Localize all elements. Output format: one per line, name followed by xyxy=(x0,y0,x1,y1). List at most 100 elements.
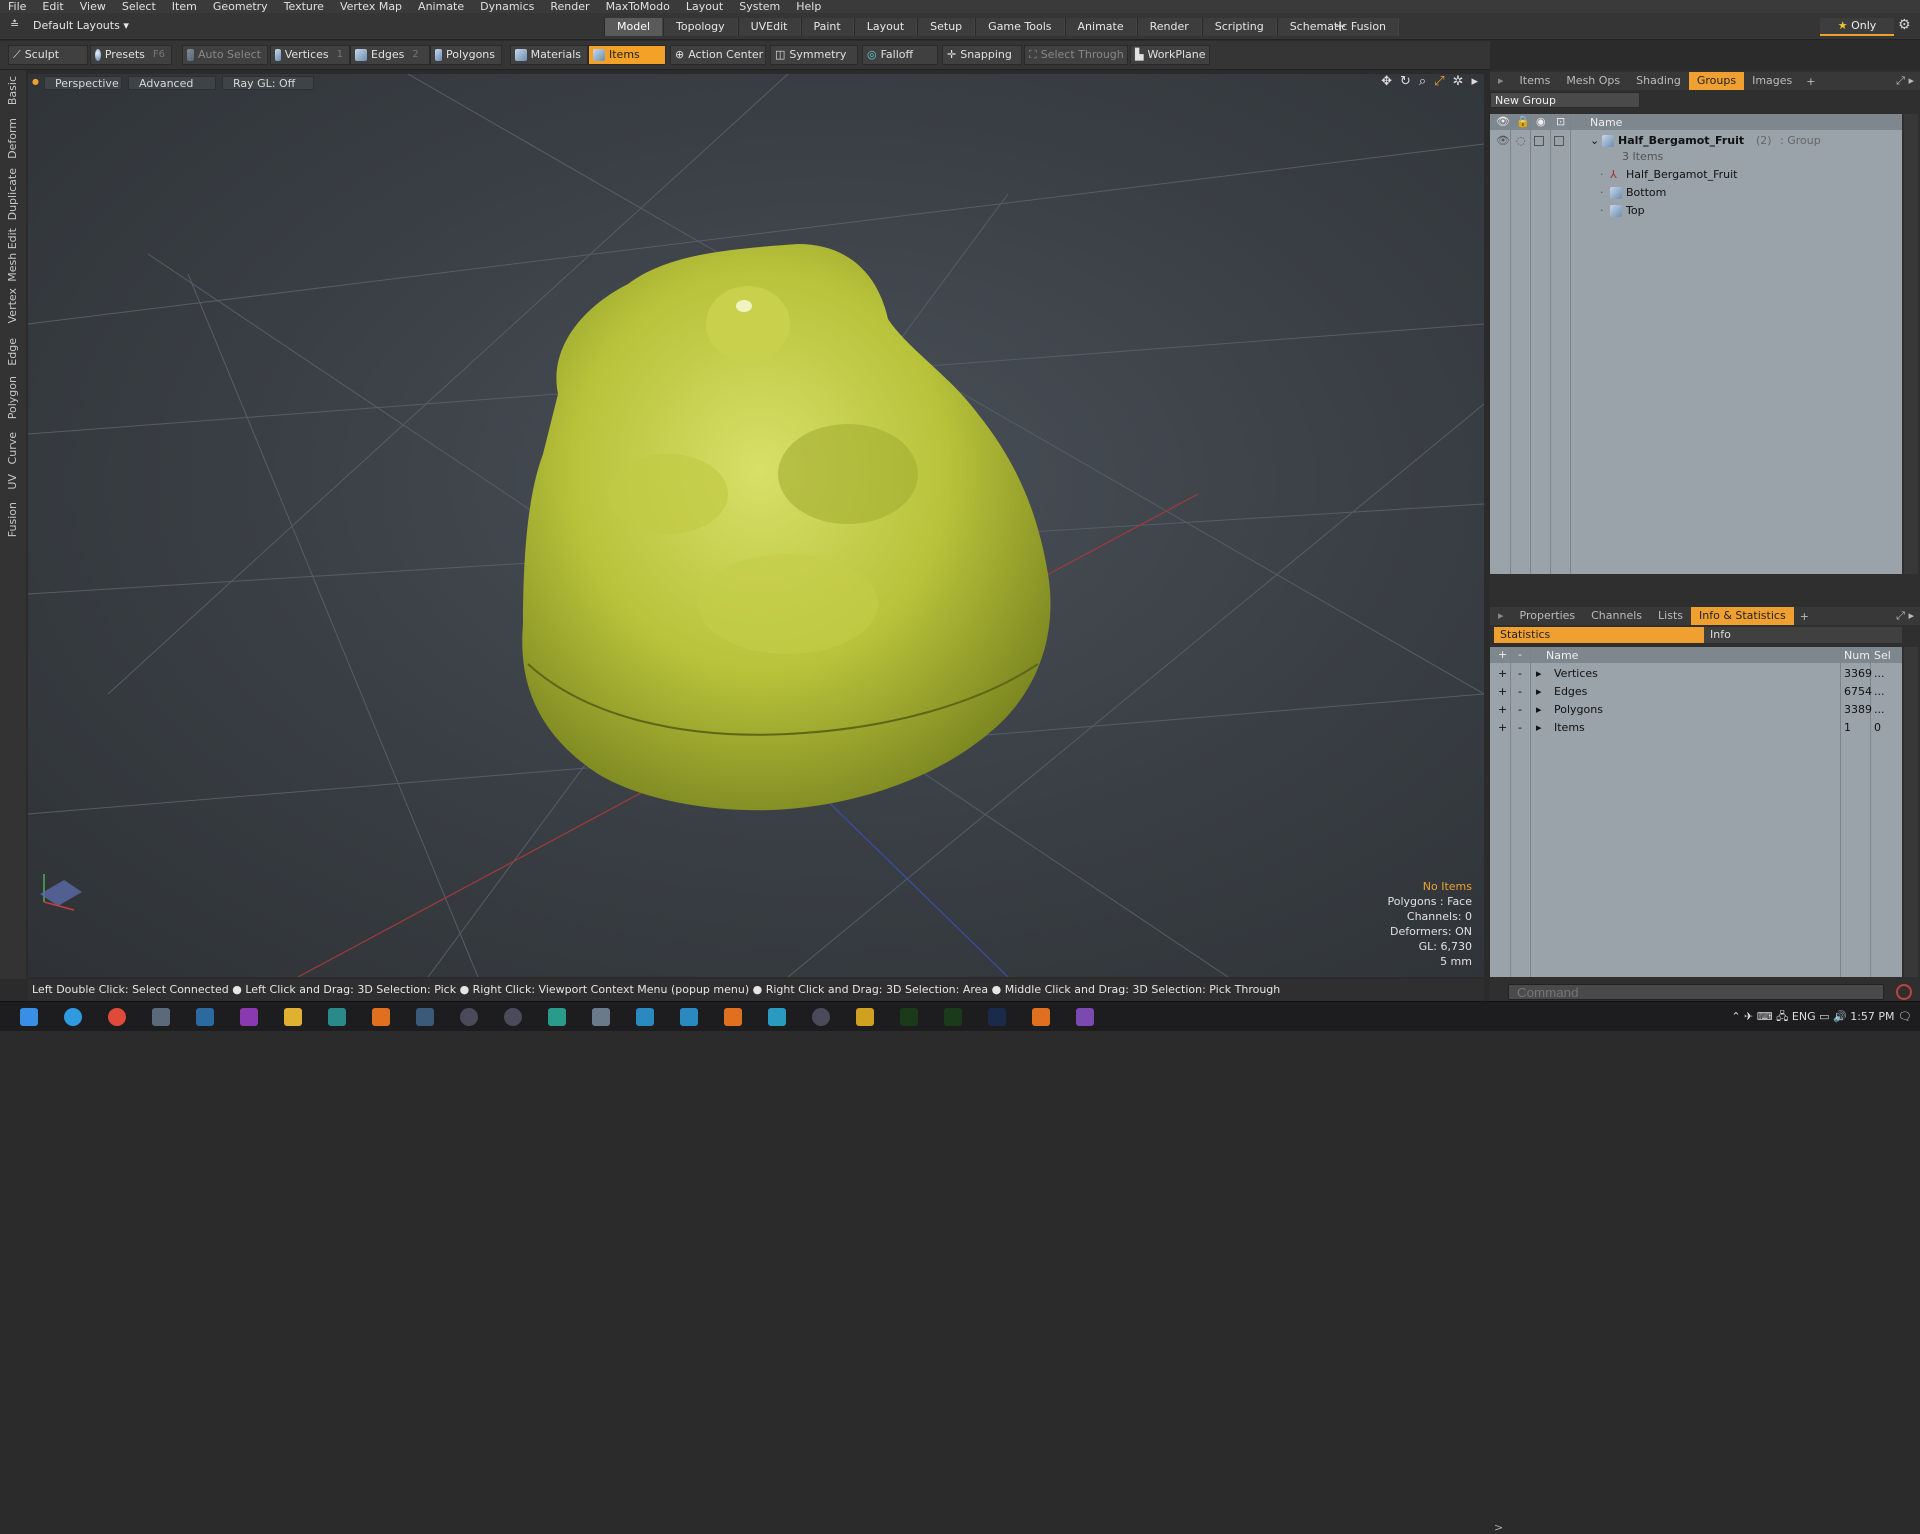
calculator-icon[interactable] xyxy=(152,1008,170,1026)
add-selection-icon[interactable]: + xyxy=(1498,683,1507,701)
table-row[interactable]: + - ▸ Items 1 0 xyxy=(1490,719,1902,737)
tab-animate[interactable]: Animate xyxy=(1064,18,1137,36)
tree-row-item[interactable]: · Bottom xyxy=(1490,184,1902,202)
onenote-icon[interactable] xyxy=(240,1008,258,1026)
menu-animate[interactable]: Animate xyxy=(410,0,472,13)
sculpt-button[interactable]: ⟋ Sculpt xyxy=(8,45,88,65)
edge-browser-icon[interactable] xyxy=(64,1008,82,1026)
tab-duplicate[interactable]: Duplicate xyxy=(6,168,19,220)
tab-game-tools[interactable]: Game Tools xyxy=(975,18,1065,36)
menu-system[interactable]: System xyxy=(731,0,788,13)
chrome-icon[interactable] xyxy=(108,1008,126,1026)
advanced-dropdown[interactable]: Advanced xyxy=(128,76,216,90)
presets-button[interactable]: Presets F6 xyxy=(90,45,172,65)
pan-icon[interactable]: ✥ xyxy=(1381,74,1392,89)
expand-panel-icon[interactable]: ⤢ ▸ xyxy=(1890,609,1920,623)
menu-vertex-map[interactable]: Vertex Map xyxy=(332,0,410,13)
3dsmax-icon[interactable] xyxy=(680,1008,698,1026)
add-selection-icon[interactable]: + xyxy=(1498,665,1507,683)
app-icon[interactable] xyxy=(592,1008,610,1026)
bergamot-fruit-mesh[interactable] xyxy=(522,244,1051,811)
app-icon[interactable] xyxy=(548,1008,566,1026)
menu-select[interactable]: Select xyxy=(114,0,164,13)
remove-selection-icon[interactable]: - xyxy=(1518,683,1522,701)
menu-item[interactable]: Item xyxy=(164,0,205,13)
only-button[interactable]: ★ Only xyxy=(1820,18,1894,36)
tab-groups[interactable]: Groups xyxy=(1688,72,1745,90)
tab-mesh-ops[interactable]: Mesh Ops xyxy=(1558,72,1628,90)
menu-dynamics[interactable]: Dynamics xyxy=(472,0,542,13)
network-icon[interactable]: ▭ xyxy=(1819,1010,1833,1023)
stats-scrollbar[interactable] xyxy=(1904,647,1918,977)
tab-edge[interactable]: Edge xyxy=(6,338,19,366)
expand-arrow-icon[interactable]: ▸ xyxy=(1536,683,1542,701)
app-icon[interactable] xyxy=(460,1008,478,1026)
substance-designer-icon[interactable] xyxy=(944,1008,962,1026)
expand-panel-icon[interactable]: ⤢ ▸ xyxy=(1890,74,1920,88)
tab-channels[interactable]: Channels xyxy=(1583,607,1650,625)
menu-file[interactable]: File xyxy=(0,0,34,13)
tab-curve[interactable]: Curve xyxy=(6,432,19,464)
vertices-button[interactable]: Vertices 1 xyxy=(270,45,350,65)
app-icon[interactable] xyxy=(812,1008,830,1026)
table-row[interactable]: + - ▸ Polygons 3389 ... xyxy=(1490,701,1902,719)
tree-row-item[interactable]: · Top xyxy=(1490,202,1902,220)
polygons-button[interactable]: Polygons xyxy=(430,45,502,65)
action-center-button[interactable]: ⊕ Action Center xyxy=(670,45,766,65)
render-checkbox[interactable] xyxy=(1534,136,1544,146)
tab-lists[interactable]: Lists xyxy=(1650,607,1691,625)
tab-images[interactable]: Images xyxy=(1744,72,1800,90)
command-input[interactable] xyxy=(1508,984,1884,1000)
3d-viewport[interactable]: No Items Polygons : Face Channels: 0 Def… xyxy=(28,74,1484,977)
notification-icon[interactable]: 🗨 xyxy=(1898,1010,1912,1023)
tab-basic[interactable]: Basic xyxy=(6,76,19,105)
clock[interactable]: 1:57 PM xyxy=(1850,1010,1894,1023)
menu-maxtomodo[interactable]: MaxToModo xyxy=(598,0,678,13)
modo-icon[interactable] xyxy=(416,1008,434,1026)
steam-icon[interactable] xyxy=(196,1008,214,1026)
3dsmax-icon[interactable] xyxy=(636,1008,654,1026)
tab-mesh-edit[interactable]: Mesh Edit xyxy=(6,228,19,282)
add-tab-icon[interactable]: + xyxy=(1334,17,1347,35)
tab-fusion[interactable]: Fusion xyxy=(6,502,19,537)
perspective-dropdown[interactable]: Perspective xyxy=(44,76,122,90)
add-panel-tab-icon[interactable]: + xyxy=(1794,610,1815,623)
falloff-button[interactable]: ◎ Falloff xyxy=(862,45,938,65)
new-group-button[interactable]: New Group xyxy=(1490,92,1640,108)
viewport-settings-icon[interactable]: ✲ xyxy=(1453,74,1464,89)
menu-render[interactable]: Render xyxy=(542,0,597,13)
remove-selection-icon[interactable]: - xyxy=(1518,665,1522,683)
statistics-subtab[interactable]: Statistics xyxy=(1494,627,1704,643)
zoom-icon[interactable]: ⌕ xyxy=(1419,74,1426,89)
app-icon[interactable] xyxy=(504,1008,522,1026)
groups-scrollbar[interactable] xyxy=(1904,114,1918,574)
tab-items[interactable]: Items xyxy=(1512,72,1559,90)
table-row[interactable]: + - ▸ Vertices 3369 ... xyxy=(1490,665,1902,683)
tab-layout[interactable]: Layout xyxy=(853,18,918,36)
workplane-button[interactable]: ▙ WorkPlane xyxy=(1130,45,1210,65)
rotate-icon[interactable]: ↻ xyxy=(1400,74,1411,89)
tab-setup[interactable]: Setup xyxy=(917,18,976,36)
remove-selection-icon[interactable]: - xyxy=(1518,719,1522,737)
app-icon[interactable] xyxy=(328,1008,346,1026)
menu-help[interactable]: Help xyxy=(788,0,829,13)
gear-icon[interactable]: ⚙ xyxy=(1898,17,1911,33)
tab-uv[interactable]: UV xyxy=(6,474,19,490)
fit-icon[interactable]: ⤢ xyxy=(1434,74,1444,89)
panel-menu-icon[interactable]: ▸ xyxy=(1490,72,1512,90)
tab-topology[interactable]: Topology xyxy=(663,18,738,36)
expand-arrow-icon[interactable]: ▸ xyxy=(1536,719,1542,737)
tab-paint[interactable]: Paint xyxy=(800,18,854,36)
record-icon[interactable] xyxy=(1896,984,1912,1000)
blender-icon[interactable] xyxy=(372,1008,390,1026)
tab-deform[interactable]: Deform xyxy=(6,118,19,159)
menu-edit[interactable]: Edit xyxy=(34,0,71,13)
windows-start-icon[interactable] xyxy=(20,1008,38,1026)
photoshop-icon[interactable] xyxy=(988,1008,1006,1026)
tab-scripting[interactable]: Scripting xyxy=(1201,18,1277,36)
viewport-more-icon[interactable]: ▸ xyxy=(1471,74,1478,89)
tab-shading[interactable]: Shading xyxy=(1628,72,1689,90)
info-subtab[interactable]: Info xyxy=(1704,627,1902,643)
tab-render[interactable]: Render xyxy=(1136,18,1202,36)
add-selection-icon[interactable]: + xyxy=(1498,719,1507,737)
